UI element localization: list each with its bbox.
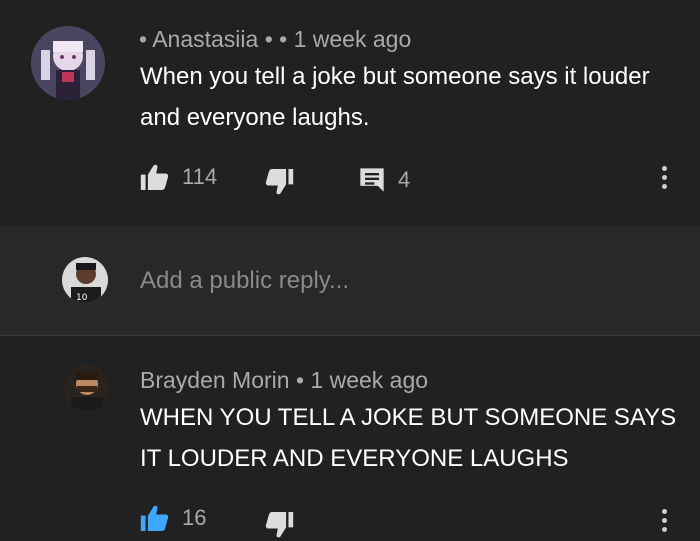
replies-button[interactable]: 4 bbox=[358, 166, 410, 194]
bullet: • bbox=[139, 26, 153, 52]
thumb-down-icon bbox=[265, 169, 294, 195]
avatar[interactable] bbox=[31, 26, 105, 100]
reply-input[interactable]: Add a public reply... bbox=[140, 267, 349, 295]
reply-box: 10 Add a public reply... bbox=[0, 225, 700, 335]
avatar: 10 bbox=[62, 257, 108, 303]
comment-meta: Brayden Morin • 1 week ago bbox=[140, 367, 428, 394]
comment-text: When you tell a joke but someone says it… bbox=[140, 63, 650, 131]
timestamp[interactable]: 1 week ago bbox=[294, 26, 412, 52]
dislike-button[interactable] bbox=[264, 512, 294, 538]
dislike-button[interactable] bbox=[264, 169, 294, 195]
author-name[interactable]: Brayden Morin bbox=[140, 367, 290, 393]
comment-item: • Anastasiia • • 1 week ago When you tel… bbox=[0, 0, 700, 225]
like-button[interactable]: 16 bbox=[140, 505, 206, 531]
like-count: 16 bbox=[182, 505, 207, 530]
thumb-down-icon bbox=[265, 512, 294, 538]
reply-count: 4 bbox=[398, 167, 411, 192]
kebab-menu-icon[interactable] bbox=[662, 166, 668, 193]
timestamp[interactable]: 1 week ago bbox=[310, 367, 428, 393]
author-name[interactable]: Anastasiia bbox=[152, 26, 258, 52]
avatar[interactable] bbox=[64, 365, 110, 411]
bullet: • • bbox=[258, 26, 294, 52]
comment-text: WHEN YOU TELL A JOKE BUT SOMEONE SAYS IT… bbox=[140, 404, 677, 472]
comment-meta: • Anastasiia • • 1 week ago bbox=[139, 26, 411, 53]
bullet: • bbox=[289, 367, 311, 393]
thumb-up-icon bbox=[140, 164, 169, 190]
svg-text:10: 10 bbox=[76, 293, 88, 303]
kebab-menu-icon[interactable] bbox=[662, 509, 668, 536]
like-count: 114 bbox=[182, 164, 218, 189]
thumb-up-icon bbox=[140, 505, 169, 531]
comment-item: Brayden Morin • 1 week ago WHEN YOU TELL… bbox=[0, 336, 700, 541]
comment-icon bbox=[360, 168, 384, 192]
like-button[interactable]: 114 bbox=[140, 164, 217, 190]
